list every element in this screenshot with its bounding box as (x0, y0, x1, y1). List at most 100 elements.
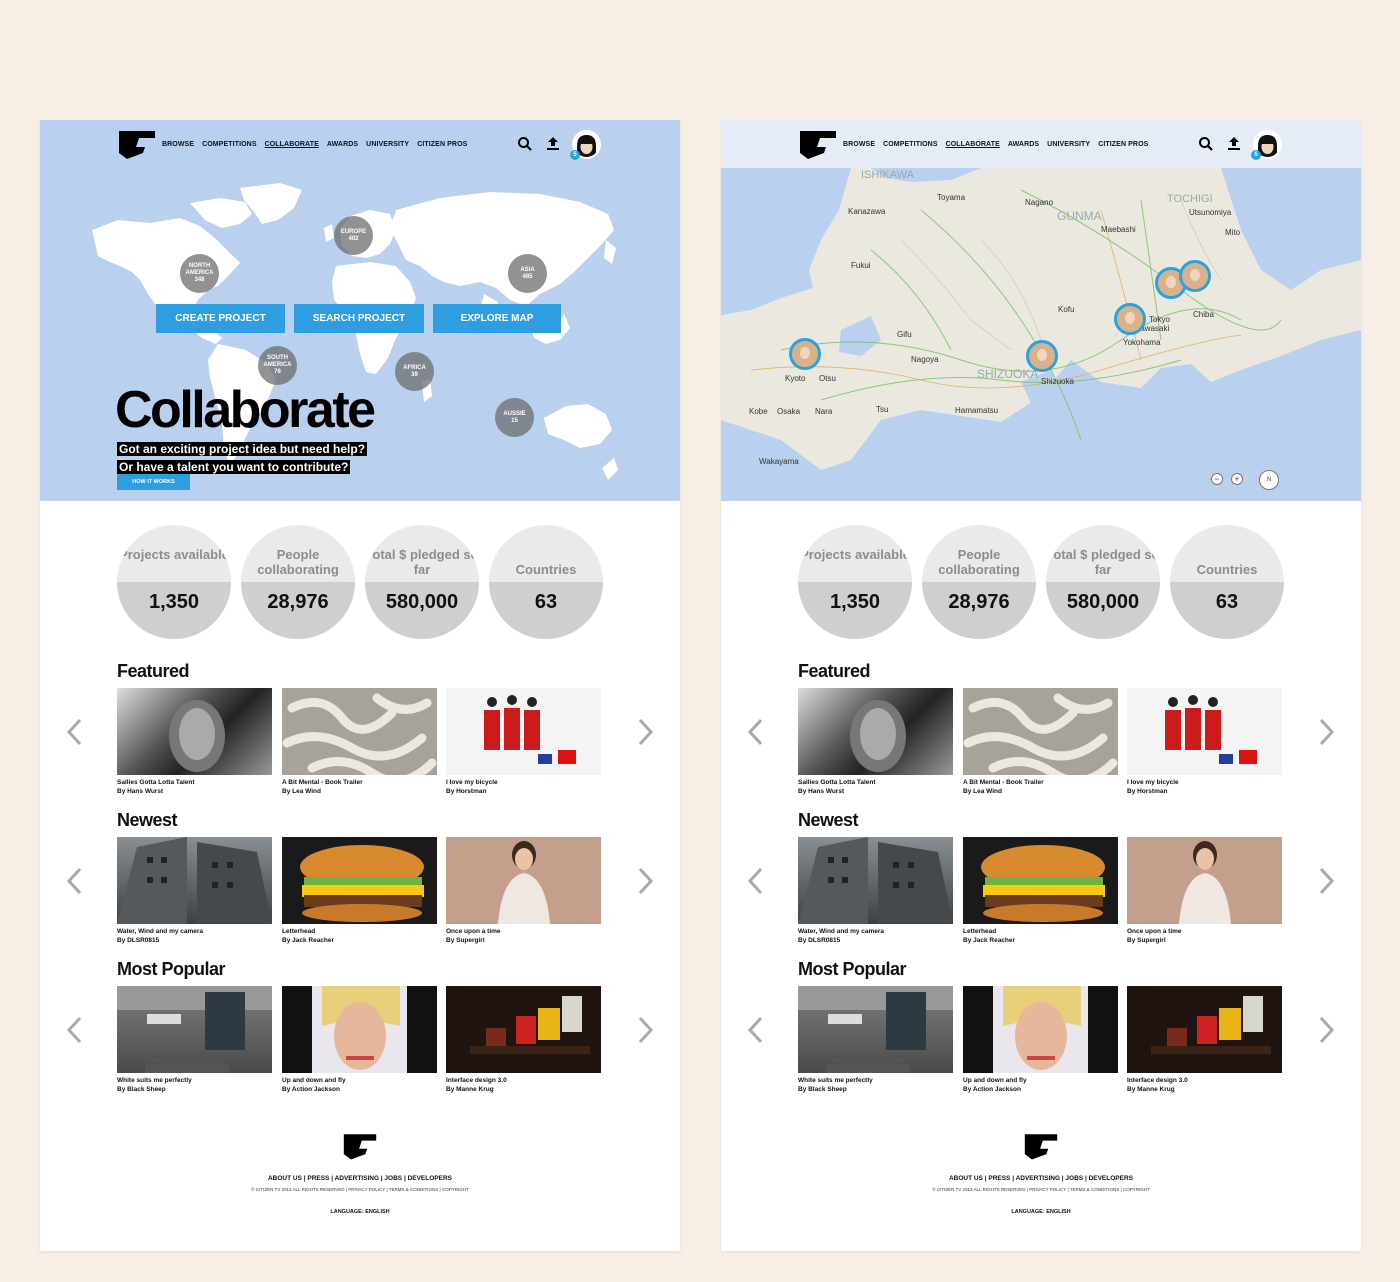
japan-map-graphic[interactable]: ISHIKAWA Toyama Nagano Kanazawa Fukui GU… (721, 120, 1361, 501)
region-name: SOUTH AMERICA (263, 355, 292, 369)
project-card[interactable]: Once upon a time By Supergirl (1127, 837, 1282, 944)
zoom-out-button[interactable]: − (1211, 473, 1223, 485)
language-selector[interactable]: LANGUAGE: ENGLISH (721, 1209, 1361, 1215)
project-thumbnail (798, 688, 953, 775)
project-card[interactable]: Sallies Gotta Lotta Talent By Hans Wurst (798, 688, 953, 795)
map-label: Toyama (937, 193, 966, 202)
project-card[interactable]: Letterhead By Jack Reacher (282, 837, 437, 944)
region-aussie[interactable]: AUSSIE 15 (495, 398, 534, 437)
region-europe[interactable]: EUROPE 402 (334, 216, 373, 255)
region-north-america[interactable]: NORTH AMERICA 348 (180, 254, 219, 293)
region-asia[interactable]: ASIA 485 (508, 254, 547, 293)
hero-subtitle: Got an exciting project idea but need he… (117, 440, 368, 476)
stat-projects: Projects available 1,350 (117, 525, 231, 639)
popular-row: White suits me perfectly By Black Sheep … (117, 986, 603, 1096)
footer-links[interactable]: ABOUT US | PRESS | ADVERTISING | JOBS | … (40, 1175, 680, 1182)
footer-copyright: © CITIZEN TV 2013 ALL RIGHTS RESERVED | … (251, 1187, 469, 1192)
project-card[interactable]: Sallies Gotta Lotta Talent By Hans Wurst (117, 688, 272, 795)
project-card[interactable]: I love my bicycle By Horstman (446, 688, 601, 795)
footer-links[interactable]: ABOUT US | PRESS | ADVERTISING | JOBS | … (721, 1175, 1361, 1182)
project-card[interactable]: Up and down and fly By Action Jackson (963, 986, 1118, 1093)
project-title: Up and down and fly (282, 1077, 346, 1084)
nav-browse[interactable]: BROWSE (843, 141, 875, 148)
project-card[interactable]: Up and down and fly By Action Jackson (282, 986, 437, 1093)
featured-next-arrow[interactable] (1316, 717, 1336, 747)
project-card[interactable]: Letterhead By Jack Reacher (963, 837, 1118, 944)
popular-next-arrow[interactable] (635, 1015, 655, 1045)
project-card[interactable]: Interface design 3.0 By Manne Krug (446, 986, 601, 1093)
project-card[interactable]: White suits me perfectly By Black Sheep (798, 986, 953, 1093)
language-selector[interactable]: LANGUAGE: ENGLISH (40, 1209, 680, 1215)
featured-prev-arrow[interactable] (746, 717, 766, 747)
citizen-logo[interactable] (117, 129, 157, 159)
map-user-pin[interactable] (1179, 260, 1211, 292)
project-card[interactable]: I love my bicycle By Horstman (1127, 688, 1282, 795)
project-title: Up and down and fly (963, 1077, 1027, 1084)
page-mockup-map: ISHIKAWA Toyama Nagano Kanazawa Fukui GU… (721, 120, 1361, 1251)
region-africa[interactable]: AFRICA 39 (395, 352, 434, 391)
newest-prev-arrow[interactable] (65, 866, 85, 896)
project-card[interactable]: Interface design 3.0 By Manne Krug (1127, 986, 1282, 1093)
nav-citizen-pros[interactable]: CITIZEN PROS (1098, 141, 1148, 148)
map-user-pin[interactable] (1114, 303, 1146, 335)
footer-logo[interactable] (1023, 1132, 1059, 1160)
popular-prev-arrow[interactable] (746, 1015, 766, 1045)
project-card[interactable]: White suits me perfectly By Black Sheep (117, 986, 272, 1093)
compass-icon[interactable]: N (1259, 470, 1279, 490)
nav-awards[interactable]: AWARDS (1008, 141, 1039, 148)
nav-university[interactable]: UNIVERSITY (1047, 141, 1090, 148)
nav-citizen-pros[interactable]: CITIZEN PROS (417, 141, 467, 148)
map-user-pin[interactable] (1026, 340, 1058, 372)
map-label: Tsu (876, 405, 888, 414)
project-thumbnail (282, 688, 437, 775)
popular-next-arrow[interactable] (1316, 1015, 1336, 1045)
nav-competitions[interactable]: COMPETITIONS (202, 141, 256, 148)
nav-university[interactable]: UNIVERSITY (366, 141, 409, 148)
upload-icon[interactable] (1226, 136, 1242, 152)
search-icon[interactable] (517, 136, 533, 152)
nav-collaborate[interactable]: COLLABORATE (265, 141, 319, 148)
map-hero-section[interactable]: ISHIKAWA Toyama Nagano Kanazawa Fukui GU… (721, 120, 1361, 501)
newest-row: Water, Wind and my camera By DLSR0815 Le… (117, 837, 603, 947)
project-card[interactable]: Once upon a time By Supergirl (446, 837, 601, 944)
search-icon[interactable] (1198, 136, 1214, 152)
nav-competitions[interactable]: COMPETITIONS (883, 141, 937, 148)
project-card[interactable]: Water, Wind and my camera By DLSR0815 (798, 837, 953, 944)
region-count: 348 (194, 276, 205, 283)
stat-countries: Countries 63 (1170, 525, 1284, 639)
stat-value: 1,350 (829, 591, 881, 613)
explore-map-button[interactable]: EXPLORE MAP (433, 304, 561, 333)
map-label: TOCHIGI (1167, 193, 1213, 205)
project-card[interactable]: Water, Wind and my camera By DLSR0815 (117, 837, 272, 944)
region-south-america[interactable]: SOUTH AMERICA 76 (258, 346, 297, 385)
project-title: I love my bicycle (446, 779, 498, 786)
project-card[interactable]: A Bit Mental - Book Trailer By Lea Wind (963, 688, 1118, 795)
project-card[interactable]: A Bit Mental - Book Trailer By Lea Wind (282, 688, 437, 795)
project-author: By Hans Wurst (117, 788, 164, 795)
newest-prev-arrow[interactable] (746, 866, 766, 896)
newest-next-arrow[interactable] (1316, 866, 1336, 896)
citizen-logo[interactable] (798, 129, 838, 159)
nav-awards[interactable]: AWARDS (327, 141, 358, 148)
upload-icon[interactable] (545, 136, 561, 152)
project-author: By Action Jackson (963, 1086, 1021, 1093)
zoom-in-button[interactable]: + (1231, 473, 1243, 485)
newest-next-arrow[interactable] (635, 866, 655, 896)
featured-next-arrow[interactable] (635, 717, 655, 747)
featured-heading: Featured (117, 661, 190, 681)
footer-logo[interactable] (342, 1132, 378, 1160)
nav-browse[interactable]: BROWSE (162, 141, 194, 148)
featured-prev-arrow[interactable] (65, 717, 85, 747)
hero-section: BROWSE COMPETITIONS COLLABORATE AWARDS U… (40, 120, 680, 501)
project-title: Water, Wind and my camera (798, 928, 885, 935)
search-project-button[interactable]: SEARCH PROJECT (294, 304, 424, 333)
create-project-button[interactable]: CREATE PROJECT (156, 304, 285, 333)
how-it-works-button[interactable]: HOW IT WORKS (117, 474, 190, 490)
map-user-pin[interactable] (789, 338, 821, 370)
popular-prev-arrow[interactable] (65, 1015, 85, 1045)
project-author: By Hans Wurst (798, 788, 845, 795)
project-author: By Lea Wind (963, 788, 1002, 795)
stats-row: Projects available 1,350 People collabor… (798, 525, 1284, 639)
map-label: SHIZUOKA (977, 367, 1038, 381)
nav-collaborate[interactable]: COLLABORATE (946, 141, 1000, 148)
